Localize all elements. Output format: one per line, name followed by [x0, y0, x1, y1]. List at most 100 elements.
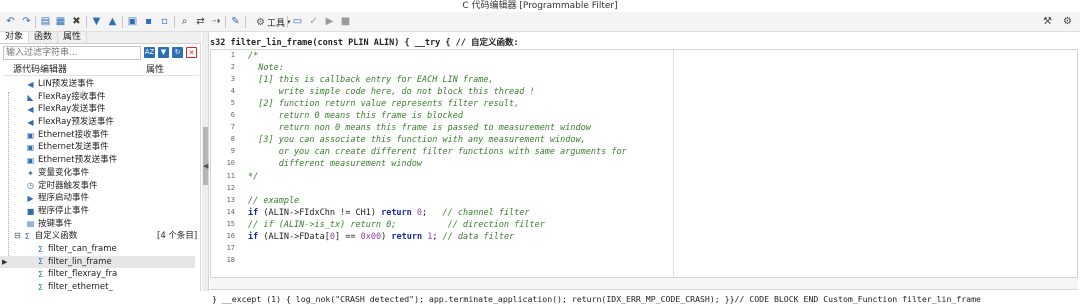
run-icon[interactable]: ▶	[323, 15, 336, 28]
tree-header: 源代码编辑器 属性	[3, 64, 199, 76]
tree-item[interactable]: ◀ FlexRay预发送事件	[0, 116, 195, 129]
wrench-icon[interactable]: ⚒	[1041, 15, 1054, 28]
code-line[interactable]: different measurement window	[248, 158, 422, 170]
filter-input[interactable]	[3, 46, 141, 60]
tree-item-label: Ethernet接收事件	[38, 129, 109, 140]
folder-icon[interactable]: ▭	[291, 15, 304, 28]
tree-header-properties: 属性	[146, 65, 165, 75]
line-number-gutter: 1 2 3 4 5 6 7 8 9 10 11 12 13 14 15 16 17 18	[211, 50, 238, 279]
code-editor[interactable]: 1 2 3 4 5 6 7 8 9 10 11 12 13 14 15 16 17 18 /* Note: [1]…	[210, 49, 1078, 279]
search-icon[interactable]: ⌕	[178, 15, 191, 28]
tools-menu-button[interactable]: ⚙ 工具 ▾	[256, 15, 291, 29]
code-line[interactable]: or you can create different filter funct…	[248, 146, 627, 158]
code-line[interactable]: return non 0 means this frame is passed …	[248, 122, 591, 134]
stop-icon[interactable]: ■	[339, 15, 352, 28]
send-icon: ◀	[27, 79, 34, 89]
filter-icon[interactable]: ▼	[158, 47, 169, 58]
code-line[interactable]: // example	[248, 195, 299, 207]
tree-item-label: LIN预发送事件	[38, 79, 95, 89]
send-icon: ◀	[27, 105, 34, 115]
settings-icon[interactable]: ⚙	[1061, 15, 1074, 28]
toolbar-separator	[122, 16, 123, 28]
paste-icon[interactable]: ▦	[54, 15, 67, 28]
tree-item[interactable]: Σfilter_can_frame	[0, 243, 195, 256]
tree-item[interactable]: ◀ LIN预发送事件	[0, 78, 195, 91]
tree-item[interactable]: ▤ 按键事件	[0, 218, 195, 231]
right-margin-guide	[673, 50, 674, 279]
line-number: 16	[226, 231, 235, 240]
tree-item[interactable]: ◣ FlexRay接收事件	[0, 91, 195, 104]
new-file-icon[interactable]: ▣	[126, 15, 139, 28]
toolbar-separator	[287, 16, 288, 28]
line-number: 9	[230, 147, 235, 156]
tree-item[interactable]: ✦ 变量变化事件	[0, 167, 195, 180]
undo-icon[interactable]: ↶	[4, 15, 17, 28]
find-next-icon[interactable]: ⇢	[210, 15, 223, 28]
tree-item-label: filter_can_frame	[48, 243, 117, 254]
tree-item[interactable]: ⊟ Σ 自定义函数 [4 个条目]	[0, 230, 197, 243]
tab-objects[interactable]: 对象	[0, 32, 30, 43]
tree-item-label: filter_lin_frame	[48, 256, 112, 267]
line-number: 15	[226, 219, 235, 228]
sigma-icon: Σ	[24, 232, 30, 242]
line-number: 11	[226, 171, 235, 180]
copy-icon[interactable]: ▤	[39, 15, 52, 28]
object-browser-pane: 对象 函数 属性 AZ ▼ ↻ ✕ 源代码编辑器 属性 ◀ LIN预发送事件 ◣ Fl…	[0, 32, 201, 307]
editor-horizontal-scrollbar[interactable]	[210, 278, 1078, 290]
start-icon: ▶	[27, 194, 34, 204]
code-line[interactable]: return 0 means this frame is blocked	[248, 110, 463, 122]
tree-item[interactable]: ▣ Ethernet预发送事件	[0, 154, 195, 167]
refresh-icon[interactable]: ↻	[172, 47, 183, 58]
tree-item[interactable]: ▣ Ethernet发送事件	[0, 141, 195, 154]
code-line[interactable]: write simple code here, do not block thi…	[248, 86, 535, 98]
code-line[interactable]: [2] function return value represents fil…	[248, 98, 519, 110]
move-up-icon[interactable]: ▲	[106, 15, 119, 28]
tree-item[interactable]: ■ 程序停止事件	[0, 205, 195, 218]
expand-toggle-icon[interactable]: ⊟	[14, 230, 21, 243]
tree-item[interactable]: ▣ Ethernet接收事件	[0, 129, 195, 142]
tree-item-label: 自定义函数	[34, 231, 78, 242]
line-number: 14	[226, 207, 235, 216]
tree-item-label: 按键事件	[38, 218, 73, 229]
tree-item[interactable]: Σfilter_flexray_fra	[0, 268, 195, 281]
code-line[interactable]: // if (ALIN->is_tx) return 0; // directi…	[248, 219, 545, 231]
tree-item[interactable]: ◀ FlexRay发送事件	[0, 103, 195, 116]
tree-item[interactable]: ▶ Σfilter_lin_frame	[0, 255, 195, 269]
collapse-pane-icon[interactable]: ◀	[203, 162, 208, 170]
save-icon[interactable]: ▪	[142, 15, 155, 28]
line-number: 13	[226, 195, 235, 204]
code-line[interactable]: Note:	[248, 62, 284, 74]
tree-item-label: 程序停止事件	[38, 205, 90, 216]
clear-icon[interactable]: ✕	[186, 47, 197, 58]
selection-marker-icon: ▶	[2, 257, 8, 266]
tree-item[interactable]: ▶ 程序启动事件	[0, 192, 195, 205]
delete-icon[interactable]: ✖	[70, 15, 83, 28]
variable-icon: ✦	[27, 168, 34, 178]
line-number: 10	[226, 159, 235, 168]
edit-icon[interactable]: ✎	[229, 15, 242, 28]
line-number: 8	[230, 135, 235, 144]
code-line[interactable]: if (ALIN->FIdxChn != CH1) return 0; // c…	[248, 207, 530, 219]
code-line[interactable]: if (ALIN->FData[0] == 0x00) return 1; //…	[248, 231, 514, 243]
code-area[interactable]: /* Note: [1] this is callback entry for …	[240, 50, 1077, 279]
save-as-icon[interactable]: ▫	[158, 15, 171, 28]
scrollbar-thumb[interactable]	[203, 127, 208, 185]
sort-icon[interactable]: AZ	[144, 47, 155, 58]
network-icon: ▣	[26, 155, 35, 165]
toolbar-separator	[174, 16, 175, 28]
tab-functions[interactable]: 函数	[29, 32, 59, 43]
find-replace-icon[interactable]: ⇄	[194, 15, 207, 28]
tree-item-label: 变量变化事件	[38, 167, 90, 178]
code-line[interactable]: [3] you can associate this function with…	[248, 134, 586, 146]
line-number: 6	[230, 111, 235, 120]
tab-properties[interactable]: 属性	[58, 32, 88, 43]
code-line[interactable]: */	[248, 171, 258, 183]
compile-icon[interactable]: ✓	[307, 15, 320, 28]
code-line[interactable]: [1] this is callback entry for EACH LIN …	[248, 74, 493, 86]
move-down-icon[interactable]: ▼	[90, 15, 103, 28]
tree-item[interactable]: ◷ 定时器触发事件	[0, 180, 195, 193]
tree-item-label: FlexRay接收事件	[38, 91, 106, 102]
redo-icon[interactable]: ↷	[20, 15, 33, 28]
code-line[interactable]: /*	[248, 50, 258, 62]
tools-menu-label: 工具	[266, 18, 285, 29]
